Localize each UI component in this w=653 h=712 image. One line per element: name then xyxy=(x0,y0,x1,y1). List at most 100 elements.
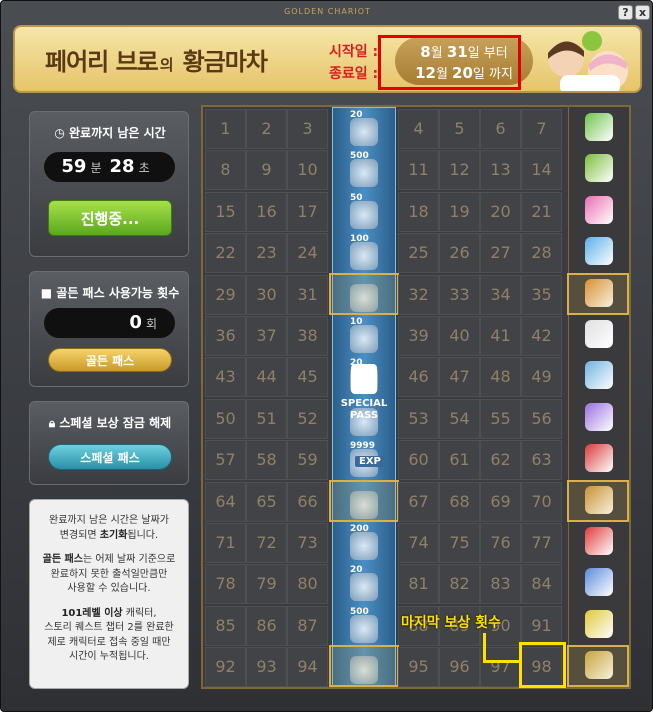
day-cell: 9 xyxy=(246,150,287,191)
day-cell: 4 xyxy=(398,109,439,149)
highlighted-reward xyxy=(567,479,629,522)
day-cell: 75 xyxy=(439,523,480,563)
title-particle: 의 xyxy=(159,56,174,74)
day-cell: 43 xyxy=(205,357,246,398)
window-title: GOLDEN CHARIOT xyxy=(284,7,371,16)
day-cell: 41 xyxy=(480,316,521,356)
day-cell: 56 xyxy=(521,398,562,439)
day-cell: 27 xyxy=(480,233,521,274)
day-cell: 32 xyxy=(398,274,439,315)
timer-title: ◷ 완료까지 남은 시간 xyxy=(54,126,166,140)
reward-item-icon xyxy=(585,195,613,224)
day-cell: 26 xyxy=(439,233,480,274)
reward-cell xyxy=(571,314,627,354)
day-cell: 36 xyxy=(205,316,246,356)
reward-item-icon xyxy=(585,361,613,390)
special-reward-icon xyxy=(350,118,378,146)
day-cell: 55 xyxy=(480,398,521,439)
day-cell: 86 xyxy=(246,605,287,646)
special-reward-cell: 10 xyxy=(336,315,392,355)
day-cell: 73 xyxy=(287,523,328,563)
day-cell: 80 xyxy=(287,564,328,605)
day-cell: 34 xyxy=(480,274,521,315)
title-event: 황금마차 xyxy=(182,48,268,76)
day-cell: 53 xyxy=(398,398,439,439)
special-reward-count: 50 xyxy=(350,192,363,203)
day-cell: 11 xyxy=(398,150,439,191)
day-cell: 15 xyxy=(205,191,246,232)
special-reward-count: 500 xyxy=(350,151,369,162)
day-cell: 94 xyxy=(287,647,328,688)
day-cell: 44 xyxy=(246,357,287,398)
attendance-grid: 20 500 50 100 10 20 9999 200 20 500 SPECIAL PASS EX… xyxy=(201,105,631,689)
day-cell: 6 xyxy=(480,109,521,149)
reward-cell xyxy=(571,562,627,602)
reward-item-icon xyxy=(585,609,613,638)
info-requirement-note: 101레벨 이상 캐릭터, 스토리 퀘스트 챕터 2를 완료한 제로 캐릭터로 접속… xyxy=(44,607,174,663)
special-reward-icon xyxy=(350,614,378,643)
day-cell: 2 xyxy=(246,109,287,149)
day-cell: 39 xyxy=(398,316,439,356)
day-cell: 66 xyxy=(287,481,328,522)
special-reward-icon xyxy=(350,159,378,188)
exp-label: EXP xyxy=(355,456,385,467)
day-cell: 67 xyxy=(398,481,439,522)
day-cell: 77 xyxy=(521,523,562,563)
day-cell: 30 xyxy=(246,274,287,315)
reward-item-icon xyxy=(585,154,613,183)
last-reward-annotation: 마지막 보상 횟수 xyxy=(401,615,501,631)
day-cell: 24 xyxy=(287,233,328,274)
special-reward-count: 100 xyxy=(350,234,369,245)
day-cell: 64 xyxy=(205,481,246,522)
day-cell: 21 xyxy=(521,191,562,232)
reward-item-icon xyxy=(585,237,613,266)
header-banner: 페어리 브로 의 황금마차 시작일 : 종료일 : 8월 31일 부터 12월 20… xyxy=(13,25,642,93)
in-progress-button[interactable]: 진행중... xyxy=(48,200,172,236)
lock-icon xyxy=(351,364,377,394)
reward-cell xyxy=(571,438,627,478)
day-cell: 10 xyxy=(287,150,328,191)
golden-pass-button[interactable]: 골든 패스 xyxy=(48,348,172,372)
day-cell: 3 xyxy=(287,109,328,149)
special-pass-button[interactable]: 스페셜 패스 xyxy=(48,444,172,470)
close-button[interactable]: x xyxy=(635,5,650,20)
day-cell: 40 xyxy=(439,316,480,356)
day-cell: 7 xyxy=(521,109,562,149)
title-bar: GOLDEN CHARIOT ? x xyxy=(1,1,653,23)
info-golden-pass-note: 골든 패스는 어제 날짜 기준으로 완료하지 못한 출석일만큼만 사용할 수 있습니… xyxy=(42,554,176,594)
day-cell: 51 xyxy=(246,398,287,439)
day-cell: 92 xyxy=(205,647,246,688)
info-reset-note: 완료까지 남은 시간은 날짜가 변경되면 초기화됩니다. xyxy=(49,515,169,541)
day-cell: 74 xyxy=(398,523,439,563)
special-unlock-panel: 🔒︎ 스페셜 보상 잠금 해제 스페셜 패스 xyxy=(29,401,189,485)
day-cell: 18 xyxy=(398,191,439,232)
help-button[interactable]: ? xyxy=(618,5,633,20)
day-cell: 93 xyxy=(246,647,287,688)
last-reward-highlight xyxy=(519,642,566,688)
reward-cell xyxy=(571,148,627,188)
day-cell: 29 xyxy=(205,274,246,315)
reward-column xyxy=(568,107,629,687)
day-cell: 5 xyxy=(439,109,480,149)
special-reward-count: 20 xyxy=(350,565,363,576)
highlighted-row xyxy=(329,272,399,315)
title-name: 페어리 브로 xyxy=(45,48,159,76)
special-reward-count: 20 xyxy=(350,110,363,120)
golden-pass-count: 0회 xyxy=(44,308,175,338)
day-cell: 83 xyxy=(480,564,521,605)
end-date-label: 종료일 : xyxy=(329,66,379,82)
day-cell: 63 xyxy=(521,440,562,481)
special-reward-icon xyxy=(350,200,378,229)
day-cell: 65 xyxy=(246,481,287,522)
day-cell: 14 xyxy=(521,150,562,191)
day-cell: 20 xyxy=(480,191,521,232)
annotation-line-vertical xyxy=(483,633,486,663)
day-cell: 84 xyxy=(521,564,562,605)
day-cell: 17 xyxy=(287,191,328,232)
day-cell: 25 xyxy=(398,233,439,274)
day-cell: 59 xyxy=(287,440,328,481)
day-cell: 70 xyxy=(521,481,562,522)
day-cell: 19 xyxy=(439,191,480,232)
lock-icon: 🔒︎ xyxy=(48,416,56,430)
highlighted-reward xyxy=(567,645,629,688)
